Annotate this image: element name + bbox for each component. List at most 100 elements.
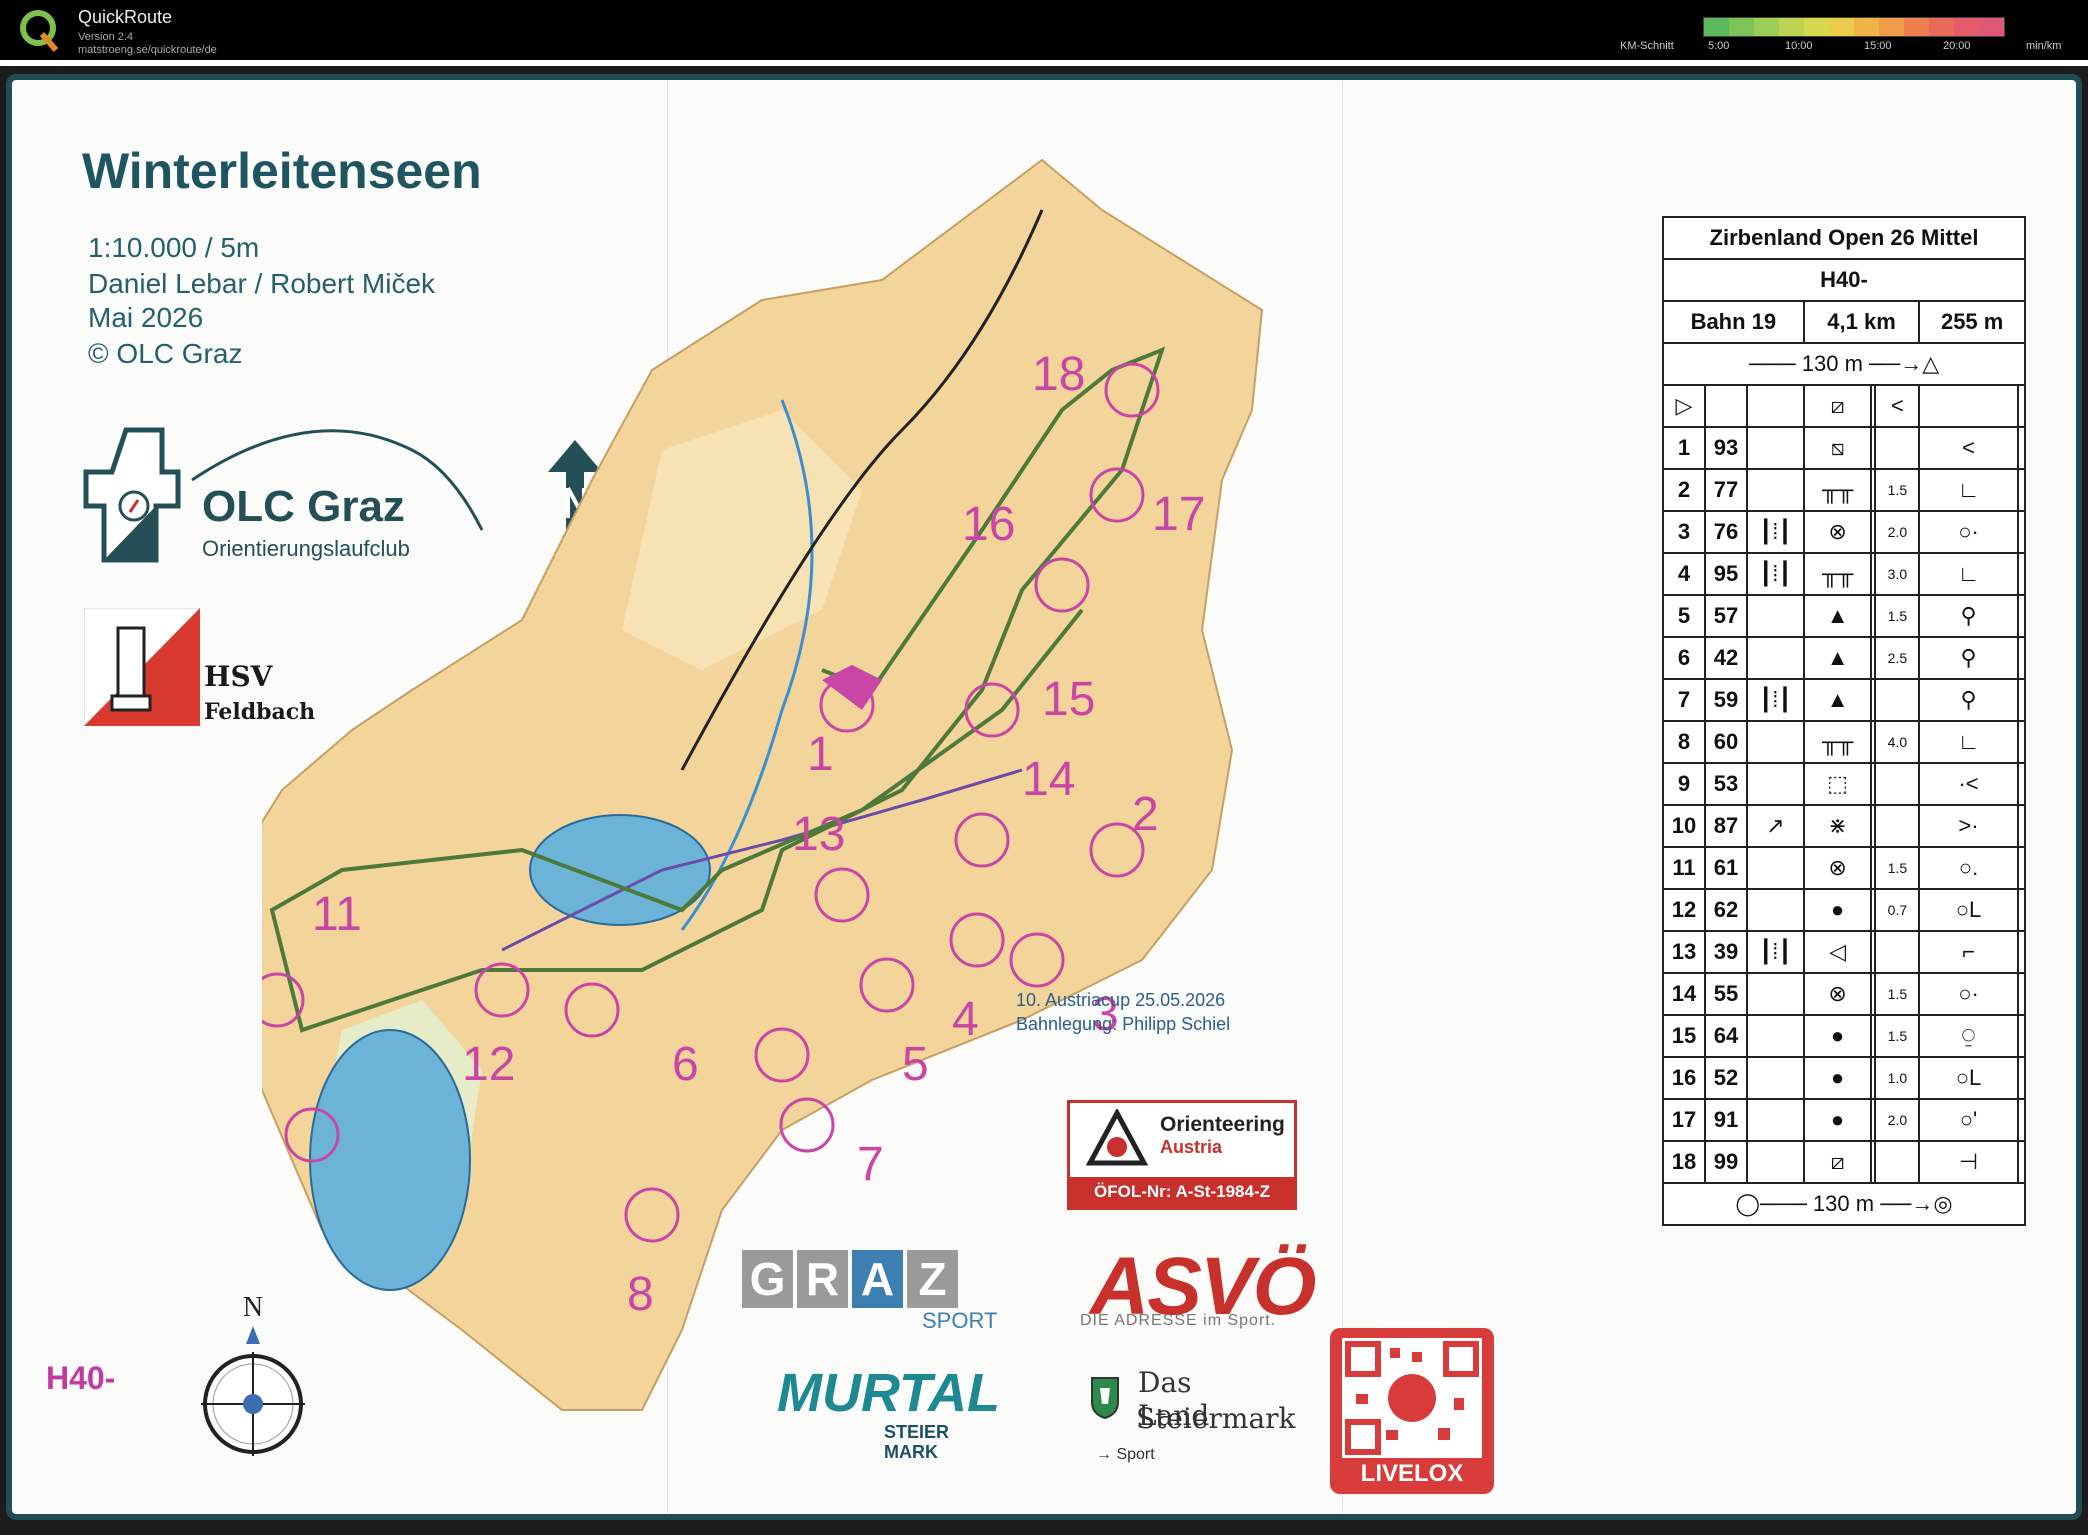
cd-control-row: 8 60 ╥╥ 4.0 ∟ [1662, 720, 2027, 764]
control-description-table: Zirbenland Open 26 Mittel H40- Bahn 19 4… [1662, 216, 2027, 1226]
graz-sport-label: SPORT [922, 1308, 998, 1333]
map-copyright: © OLC Graz [88, 338, 243, 369]
cd-dimension: 1.5 [1874, 1014, 1921, 1058]
cd-control-row: 7 59 ┃⁞┃ ▲ ⚲ [1662, 678, 2027, 722]
cd-feature-icon: ◁ [1802, 930, 1873, 974]
cd-start-distance: 130 m [1801, 351, 1863, 376]
cd-control-code: 62 [1704, 888, 1748, 932]
map-scale: 1:10.000 / 5m [88, 232, 260, 263]
cd-control-code: 59 [1704, 678, 1748, 722]
cd-dimension: 3.0 [1874, 552, 1921, 596]
cd-feature-icon: ● [1802, 888, 1873, 932]
cd-feature-icon: ⧄ [1802, 1140, 1873, 1184]
cd-control-code: 95 [1704, 552, 1748, 596]
graz-letter: R [797, 1250, 848, 1308]
cd-control-code: 93 [1704, 426, 1748, 470]
cd-dimension [1874, 804, 1921, 848]
cd-feature-icon: ▲ [1802, 678, 1873, 722]
svg-text:18: 18 [1032, 348, 1085, 401]
cd-location-icon: ○' [1918, 1098, 2019, 1142]
pace-legend-swatch [1954, 18, 1979, 36]
cd-extra [2016, 1014, 2027, 1058]
cd-control-code: 77 [1704, 468, 1748, 512]
cd-control-row: 12 62 ● 0.7 ○L [1662, 888, 2027, 932]
cd-location-icon: ○L [1918, 888, 2019, 932]
graz-letter: A [852, 1250, 903, 1308]
oa-title: Orienteering [1160, 1113, 1285, 1136]
cd-location-icon: ⊣ [1918, 1140, 2019, 1184]
cd-which-feature-icon [1746, 594, 1805, 638]
cd-which-feature-icon [1746, 1098, 1805, 1142]
cd-location-icon: ∟ [1918, 552, 2019, 596]
finish-start-circle-icon: ◯─── [1735, 1191, 1813, 1216]
svg-text:11: 11 [312, 888, 362, 941]
cd-feature-icon: ● [1802, 1098, 1873, 1142]
svg-text:6: 6 [672, 1038, 699, 1091]
svg-text:8: 8 [627, 1268, 654, 1321]
cd-control-number: 3 [1662, 510, 1706, 554]
cd-control-row: 16 52 ● 1.0 ○L [1662, 1056, 2027, 1100]
map-date: Mai 2026 [88, 302, 204, 333]
cd-dimension [1874, 930, 1921, 974]
cd-feature-icon: ╥╥ [1802, 552, 1873, 596]
cd-start-row: ▷ ⧄ < [1662, 384, 2027, 428]
hsv-feldbach-logo-icon [84, 608, 200, 726]
pace-legend-swatch [1729, 18, 1754, 36]
finish-circle-icon: ──→◎ [1874, 1191, 1953, 1216]
cd-finish-distance: 130 m [1812, 1191, 1875, 1216]
cd-dimension: 1.5 [1874, 972, 1921, 1016]
cd-dimension: 4.0 [1874, 720, 1921, 764]
cd-dimension: 2.0 [1874, 1098, 1921, 1142]
orienteering-map-canvas[interactable]: Winterleitenseen 1:10.000 / 5m Daniel Le… [6, 74, 2082, 1520]
cd-start-distance-row: ─── 130 m ──→△ [1662, 342, 2026, 386]
cd-location-icon: ○. [1918, 846, 2019, 890]
cd-control-number: 6 [1662, 636, 1706, 680]
cd-feature-icon: ⊗ [1802, 846, 1873, 890]
murtal-subtitle: STEIER MARK [884, 1422, 949, 1462]
cd-extra [2016, 846, 2027, 890]
svg-text:2: 2 [1132, 788, 1159, 841]
svg-text:17: 17 [1152, 488, 1205, 541]
orienteering-austria-logo: Orienteering Austria ÖFOL-Nr: A-St-1984-… [1067, 1100, 1297, 1210]
cd-extra [2016, 972, 2027, 1016]
murtal-sub-line: MARK [884, 1442, 938, 1462]
pace-legend-bar [1703, 17, 2005, 37]
cd-control-row: 15 64 ● 1.5 ⍜ [1662, 1014, 2027, 1058]
cd-class: H40- [1662, 258, 2026, 302]
cd-control-row: 10 87 ↗ ⋇ >· [1662, 804, 2027, 848]
cd-control-row: 9 53 ⬚ ·< [1662, 762, 2027, 806]
livelox-label: LIVELOX [1360, 1460, 1464, 1487]
pace-tick: 20:00 [1943, 40, 1971, 52]
quickroute-logo-icon [20, 10, 59, 52]
cd-control-row: 1 93 ⧅ < [1662, 426, 2027, 470]
cd-control-number: 7 [1662, 678, 1706, 722]
cd-feature-icon: ⊗ [1802, 972, 1873, 1016]
cd-which-feature-icon: ┃⁞┃ [1746, 552, 1805, 596]
cd-length: 4,1 km [1802, 300, 1921, 344]
pace-legend-swatch [1829, 18, 1854, 36]
cd-control-row: 2 77 ╥╥ 1.5 ∟ [1662, 468, 2027, 512]
cd-which-feature-icon: ┃⁞┃ [1746, 510, 1805, 554]
cd-which-feature-icon [1746, 762, 1805, 806]
cd-control-number: 18 [1662, 1140, 1706, 1184]
cd-control-code: 91 [1704, 1098, 1748, 1142]
cd-feature-icon: ● [1802, 1056, 1873, 1100]
cd-location-icon: < [1918, 426, 2019, 470]
cd-location-icon: ⚲ [1918, 594, 2019, 638]
cd-extra [2016, 426, 2027, 470]
cd-extra [2016, 1140, 2027, 1184]
cd-extra [2016, 1056, 2027, 1100]
cd-extra [2016, 762, 2027, 806]
cd-class-row: H40- [1662, 258, 2026, 302]
header-separator [0, 60, 2088, 66]
steiermark-sport: → Sport [1096, 1446, 1155, 1463]
cd-dimension: 2.0 [1874, 510, 1921, 554]
pace-legend-swatch [1979, 18, 2004, 36]
lake-lower [309, 1029, 471, 1291]
cd-extra [2016, 468, 2027, 512]
cd-location-icon: ○· [1918, 972, 2019, 1016]
pace-legend-unit: min/km [2026, 40, 2062, 52]
cd-which-feature-icon [1746, 426, 1805, 470]
cd-dimension: 0.7 [1874, 888, 1921, 932]
cd-control-number: 2 [1662, 468, 1706, 512]
